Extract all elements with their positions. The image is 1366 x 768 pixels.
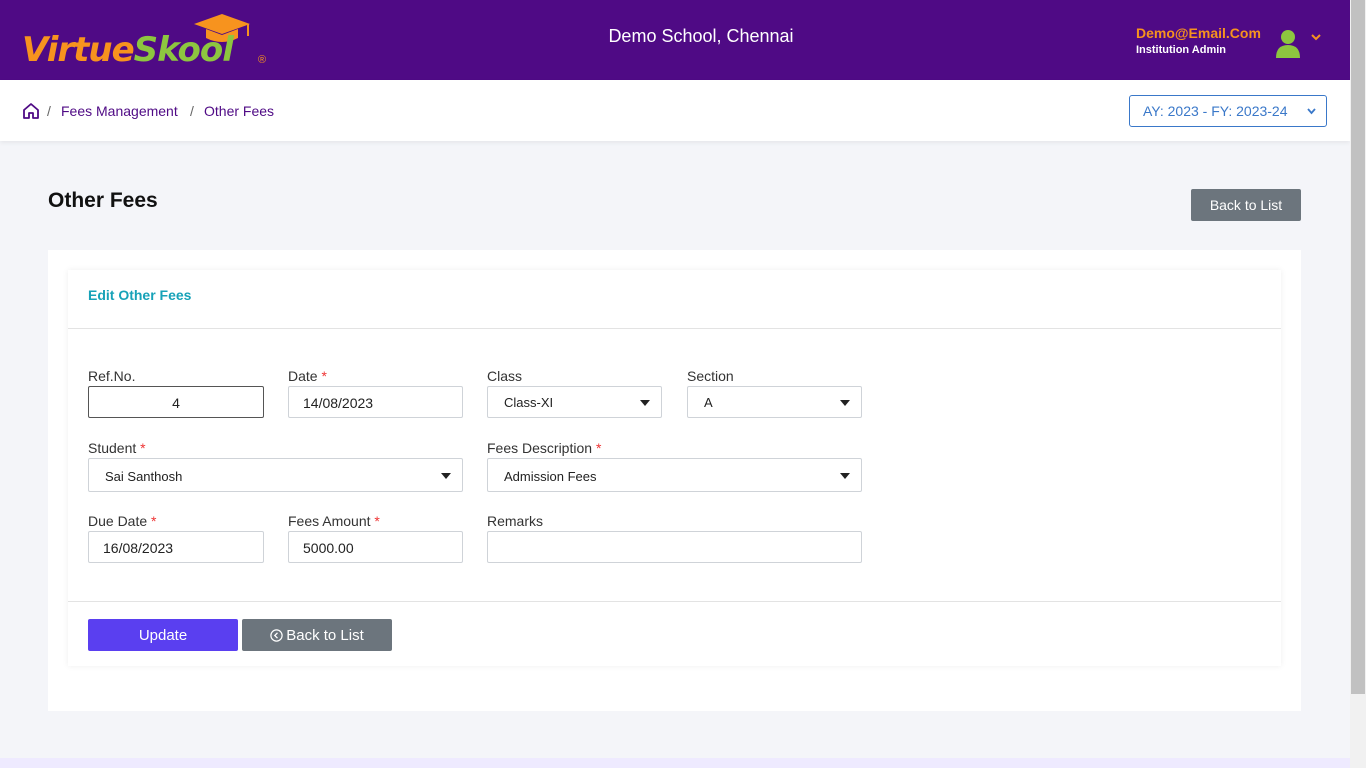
- academic-year-select[interactable]: AY: 2023 - FY: 2023-24: [1129, 95, 1327, 127]
- date-label: Date *: [288, 368, 327, 384]
- user-avatar-icon[interactable]: [1274, 28, 1302, 58]
- section-value: A: [704, 395, 713, 410]
- back-to-list-button[interactable]: Back to List: [1191, 189, 1301, 221]
- caret-down-icon: [840, 400, 850, 406]
- card-footer-divider: [68, 601, 1281, 602]
- section-select[interactable]: A: [687, 386, 862, 418]
- breadcrumb-separator: /: [47, 103, 51, 119]
- remarks-field[interactable]: [487, 531, 862, 563]
- circle-arrow-left-icon: [270, 628, 283, 642]
- virtueskool-logo[interactable]: VirtueSkool ®: [22, 14, 272, 70]
- breadcrumb-separator: /: [190, 103, 194, 119]
- back-to-list-footer-button[interactable]: Back to List: [242, 619, 392, 651]
- logo-text: VirtueSkool: [22, 30, 234, 70]
- fees-description-label: Fees Description *: [487, 440, 602, 456]
- student-value: Sai Santhosh: [105, 469, 183, 484]
- required-mark: *: [140, 440, 146, 456]
- user-email[interactable]: Demo@Email.Com: [1136, 25, 1261, 41]
- update-button[interactable]: Update: [88, 619, 238, 651]
- ref-no-field[interactable]: 4: [88, 386, 264, 418]
- page-title: Other Fees: [48, 189, 158, 212]
- breadcrumb-fees-management[interactable]: Fees Management: [61, 103, 178, 119]
- class-select[interactable]: Class-XI: [487, 386, 662, 418]
- user-role: Institution Admin: [1136, 44, 1227, 56]
- caret-down-icon: [640, 400, 650, 406]
- logo-registered-mark: ®: [258, 54, 267, 66]
- card-header-divider: [68, 328, 1281, 329]
- footer-strip: [0, 758, 1350, 768]
- section-label: Section: [687, 368, 734, 384]
- fees-description-select[interactable]: Admission Fees: [487, 458, 862, 492]
- card-title: Edit Other Fees: [88, 287, 192, 303]
- academic-year-value: AY: 2023 - FY: 2023-24: [1143, 103, 1288, 119]
- required-mark: *: [321, 368, 327, 384]
- fees-description-value: Admission Fees: [504, 469, 597, 484]
- chevron-down-icon: [1307, 108, 1316, 115]
- school-name: Demo School, Chennai: [608, 26, 794, 46]
- scrollbar-thumb[interactable]: [1351, 0, 1365, 694]
- caret-down-icon: [840, 473, 850, 479]
- class-value: Class-XI: [504, 395, 554, 410]
- student-label: Student *: [88, 440, 146, 456]
- ref-no-label: Ref.No.: [88, 368, 136, 384]
- required-mark: *: [595, 440, 602, 456]
- home-icon[interactable]: [22, 102, 40, 120]
- back-to-list-label: Back to List: [286, 626, 364, 644]
- required-mark: *: [151, 513, 157, 529]
- class-label: Class: [487, 368, 523, 384]
- due-date-field[interactable]: 16/08/2023: [88, 531, 264, 563]
- chevron-down-icon[interactable]: [1309, 32, 1323, 44]
- breadcrumb-other-fees[interactable]: Other Fees: [204, 103, 274, 119]
- caret-down-icon: [441, 473, 451, 479]
- remarks-label: Remarks: [487, 513, 544, 529]
- student-select[interactable]: Sai Santhosh: [88, 458, 463, 492]
- fees-amount-label: Fees Amount *: [288, 513, 380, 529]
- due-date-label: Due Date *: [88, 513, 157, 529]
- date-field[interactable]: 14/08/2023: [288, 386, 463, 418]
- required-mark: *: [374, 513, 380, 529]
- fees-amount-field[interactable]: 5000.00: [288, 531, 463, 563]
